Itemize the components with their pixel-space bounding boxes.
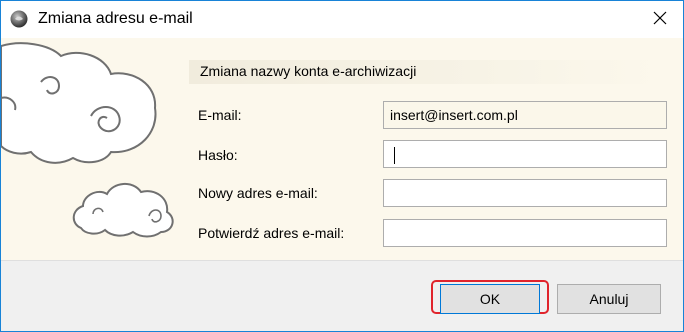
dialog-window: Zmiana adresu e-mail Zmiana nazwy konta … xyxy=(0,0,684,332)
cancel-button[interactable]: Anuluj xyxy=(557,284,661,314)
new-email-field[interactable] xyxy=(383,179,667,207)
dialog-footer: OK Anuluj xyxy=(1,260,683,331)
close-icon xyxy=(653,11,667,28)
ok-button[interactable]: OK xyxy=(440,284,540,314)
section-title: Zmiana nazwy konta e-archiwizacji xyxy=(200,63,417,79)
confirm-email-label: Potwierdź adres e-mail: xyxy=(198,225,345,241)
confirm-email-field[interactable] xyxy=(383,219,667,247)
close-button[interactable] xyxy=(637,1,683,38)
email-field[interactable] xyxy=(383,101,667,129)
new-email-label: Nowy adres e-mail: xyxy=(198,185,318,201)
section-header: Zmiana nazwy konta e-archiwizacji xyxy=(189,60,667,84)
title-bar[interactable]: Zmiana adresu e-mail xyxy=(1,1,683,38)
clouds-illustration xyxy=(1,42,174,238)
email-label: E-mail: xyxy=(198,107,242,123)
password-label: Hasło: xyxy=(198,147,238,163)
app-icon xyxy=(10,10,28,28)
text-caret xyxy=(394,147,395,164)
password-field[interactable] xyxy=(383,140,667,168)
window-title: Zmiana adresu e-mail xyxy=(38,10,193,27)
